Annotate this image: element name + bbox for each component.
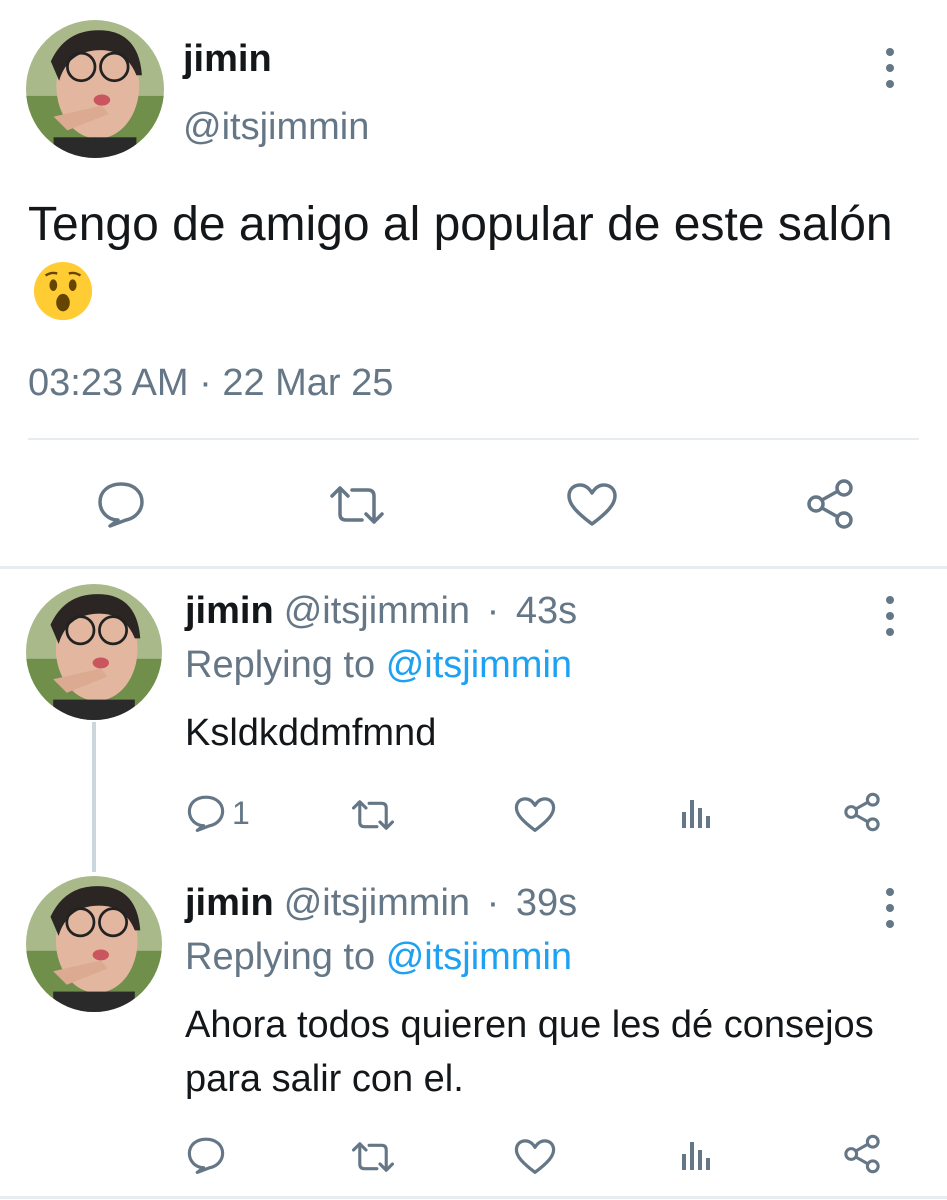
reply-1-analytics-button[interactable] [680,796,714,830]
reply-1-text: Ksldkddmfmnd [185,712,437,754]
main-share-button[interactable] [804,478,856,530]
retweet-icon [352,1142,394,1172]
reply-2-replying-to-link[interactable]: @itsjimmin [386,936,572,978]
like-icon [514,1139,556,1174]
section-divider [0,566,947,569]
reply-1-replying-prefix: Replying to [185,644,376,686]
reply-2-time-separator: · [486,882,500,924]
reply-2-like-button[interactable] [514,1138,556,1176]
reply-2-share-button[interactable] [842,1134,882,1174]
reply-1-author-handle[interactable]: @itsjimmin [284,590,470,632]
main-author-handle[interactable]: @itsjimmin [183,106,369,149]
main-divider [28,438,919,440]
retweet-icon [330,486,384,524]
main-more-options-icon[interactable] [880,48,900,88]
main-avatar[interactable] [26,20,164,158]
share-icon [844,792,880,832]
main-reply-button[interactable] [96,480,146,528]
reply-1-time[interactable]: 43s [516,590,577,632]
reply-2-replying-to: Replying to @itsjimmin [185,936,572,979]
reply-1-reply-button[interactable]: 1 [186,794,250,832]
reply-1-like-button[interactable] [514,796,556,834]
reply-1-avatar[interactable] [26,584,162,720]
reply-2-avatar[interactable] [26,876,162,1012]
thread-connector-line [92,722,96,872]
reply-2-replying-prefix: Replying to [185,936,376,978]
reply-2-text: Ahora todos quieren que les dé consejos … [185,1004,874,1100]
share-icon [807,479,853,529]
reply-2-reply-button[interactable] [186,1136,226,1174]
main-tweet-text-content: Tengo de amigo al popular de este salón [28,198,893,251]
like-icon [567,483,617,526]
main-tweet-timestamp[interactable]: 03:23 AM · 22 Mar 25 [28,362,393,405]
main-retweet-button[interactable] [330,484,384,526]
reply-1-retweet-button[interactable] [352,798,394,832]
reply-icon [187,1137,225,1174]
analytics-icon [682,1142,710,1170]
reply-1-time-separator: · [486,590,500,632]
reply-1-author-name[interactable]: jimin [185,590,274,632]
retweet-icon [352,800,394,830]
main-like-button[interactable] [566,482,618,528]
reply-2-header: jimin @itsjimmin · 39s [185,882,577,925]
reply-icon [187,795,225,832]
reply-1-share-button[interactable] [842,792,882,832]
analytics-icon [682,800,710,828]
main-tweet-text: Tengo de amigo al popular de este salón [28,190,918,330]
reply-1-header: jimin @itsjimmin · 43s [185,590,577,633]
main-author-name[interactable]: jimin [183,38,272,81]
reply-1-replying-to-link[interactable]: @itsjimmin [386,644,572,686]
reply-2-time[interactable]: 39s [516,882,577,924]
reply-2-author-name[interactable]: jimin [185,882,274,924]
reply-1-more-options-icon[interactable] [880,596,900,636]
share-icon [844,1134,880,1174]
bottom-divider [0,1196,947,1199]
reply-2-analytics-button[interactable] [680,1138,714,1172]
like-icon [514,797,556,832]
reply-2-more-options-icon[interactable] [880,888,900,928]
reply-1-reply-count: 1 [232,794,250,831]
reply-2-author-handle[interactable]: @itsjimmin [284,882,470,924]
hushed-face-emoji-icon [32,260,94,322]
reply-icon [98,482,144,528]
reply-1-replying-to: Replying to @itsjimmin [185,644,572,687]
reply-2-retweet-button[interactable] [352,1140,394,1174]
